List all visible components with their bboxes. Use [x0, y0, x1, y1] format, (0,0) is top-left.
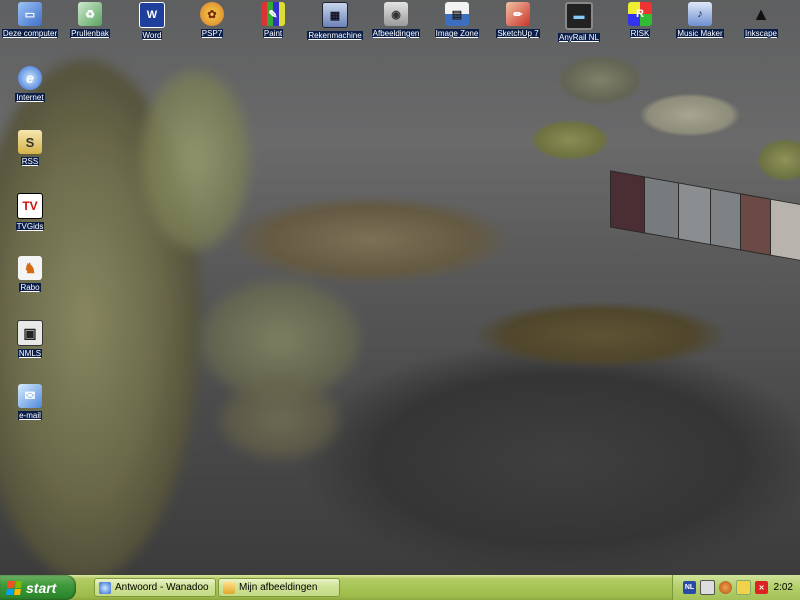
desktop-icon-label: PSP7	[200, 29, 224, 38]
desktop-icon-label: Deze computer	[1, 29, 59, 38]
desktop-icon-rabo[interactable]: ♞ Rabo	[0, 256, 62, 302]
ie-window-icon	[99, 581, 111, 594]
desktop-icon-tvgids[interactable]: TV TVGids	[0, 193, 62, 239]
internet-explorer-icon: e	[18, 66, 42, 90]
security-icon[interactable]	[736, 580, 751, 595]
desktop-icon-label: TVGids	[15, 222, 45, 231]
calculator-icon: ▦	[322, 2, 348, 28]
update-icon[interactable]	[719, 581, 732, 594]
nmls-icon: ▣	[17, 320, 43, 346]
desktop-icon-label: Prullenbak	[70, 29, 110, 38]
foreground-branch-lower	[220, 380, 340, 460]
desktop-icon-prullenbak[interactable]: ♻ Prullenbak	[58, 2, 122, 48]
train-car	[770, 198, 800, 263]
system-tray: NL ✕ 2:02	[672, 575, 800, 600]
computer-icon: ▭	[18, 2, 42, 26]
desktop-icon-sketchup[interactable]: ✏ SketchUp 7	[486, 2, 550, 48]
desktop-icon-label: NMLS	[17, 349, 43, 358]
sketchup-icon: ✏	[506, 2, 530, 26]
desktop-icon-email[interactable]: ✉ e-mail	[0, 384, 62, 430]
risk-icon: R	[628, 2, 652, 26]
antivirus-icon[interactable]: ✕	[755, 581, 768, 594]
desktop-icon-label: Paint	[262, 29, 284, 38]
camera-icon: ◉	[384, 2, 408, 26]
desktop-icon-label: e-mail	[18, 411, 42, 420]
network-icon[interactable]	[700, 580, 715, 595]
desktop-icon-paint[interactable]: ✎ Paint	[241, 2, 305, 48]
music-maker-icon: ♪	[688, 2, 712, 26]
foreground-leaves	[140, 70, 250, 250]
desktop-icon-internet[interactable]: e Internet	[0, 66, 62, 112]
desktop-icon-label: SketchUp 7	[496, 29, 540, 38]
clock[interactable]: 2:02	[774, 582, 793, 593]
taskbar-button-mijn-afbeeldingen[interactable]: Mijn afbeeldingen	[218, 578, 340, 597]
desktop-icon-music-maker[interactable]: ♪ Music Maker	[668, 2, 732, 48]
word-icon: W	[139, 2, 165, 28]
tv-guide-icon: TV	[17, 193, 43, 219]
taskbar-button-label: Antwoord - Wanadoo	[115, 582, 209, 593]
paint-icon: ✎	[261, 2, 285, 26]
desktop-icon-label: Rabo	[19, 283, 41, 292]
start-label: start	[26, 579, 57, 596]
desktop-icon-label: Inkscape	[743, 29, 779, 38]
desktop-icon-label: Music Maker	[676, 29, 724, 38]
desktop-icon-inkscape[interactable]: ▲ Inkscape	[729, 2, 793, 48]
email-icon: ✉	[18, 384, 42, 408]
folder-icon	[223, 581, 235, 594]
start-button[interactable]: start	[0, 575, 76, 600]
psp-icon: ✿	[200, 2, 224, 26]
image-zone-icon: ▤	[445, 2, 469, 26]
desktop-icon-label: Rekenmachine	[307, 31, 363, 40]
desktop-icon-label: AnyRail NL	[557, 33, 600, 42]
desktop-icon-label: Internet	[15, 93, 45, 102]
desktop-icon-label: RSS	[20, 157, 40, 166]
desktop-icon-deze-computer[interactable]: ▭ Deze computer	[0, 2, 62, 48]
taskbar-button-antwoord-wanadoo[interactable]: Antwoord - Wanadoo	[94, 578, 216, 597]
inkscape-icon: ▲	[752, 3, 770, 24]
language-indicator[interactable]: NL	[683, 581, 696, 594]
desktop-icon-nmls[interactable]: ▣ NMLS	[0, 320, 62, 366]
desktop-icon-risk[interactable]: R RISK	[608, 2, 672, 48]
desktop-icon-label: Word	[141, 31, 163, 40]
desktop-icon-image-zone[interactable]: ▤ Image Zone	[425, 2, 489, 48]
desktop-icon-word[interactable]: W Word	[120, 2, 184, 48]
desktop-icon-psp7[interactable]: ✿ PSP7	[180, 2, 244, 48]
model-train	[610, 170, 800, 305]
desktop-icon-anyrail[interactable]: ▬ AnyRail NL	[547, 2, 611, 48]
recycle-bin-icon: ♻	[78, 2, 102, 26]
desktop-icon-rekenmachine[interactable]: ▦ Rekenmachine	[303, 2, 367, 48]
desktop-background: ▭ Deze computer ♻ Prullenbak W Word ✿ PS…	[0, 0, 800, 575]
desktop-icon-rss[interactable]: S RSS	[0, 130, 62, 176]
windows-flag-icon	[6, 580, 22, 595]
desktop-icon-label: Image Zone	[434, 29, 480, 38]
taskbar: start Antwoord - Wanadoo Mijn afbeelding…	[0, 575, 800, 600]
rss-icon: S	[18, 130, 42, 154]
desktop-icon-label: RISK	[629, 29, 651, 38]
desktop-icon-afbeeldingen[interactable]: ◉ Afbeeldingen	[364, 2, 428, 48]
monitor-icon: ▬	[565, 2, 593, 30]
rabo-icon: ♞	[18, 256, 42, 280]
desktop-icon-label: Afbeeldingen	[371, 29, 421, 38]
taskbar-button-label: Mijn afbeeldingen	[239, 582, 318, 593]
